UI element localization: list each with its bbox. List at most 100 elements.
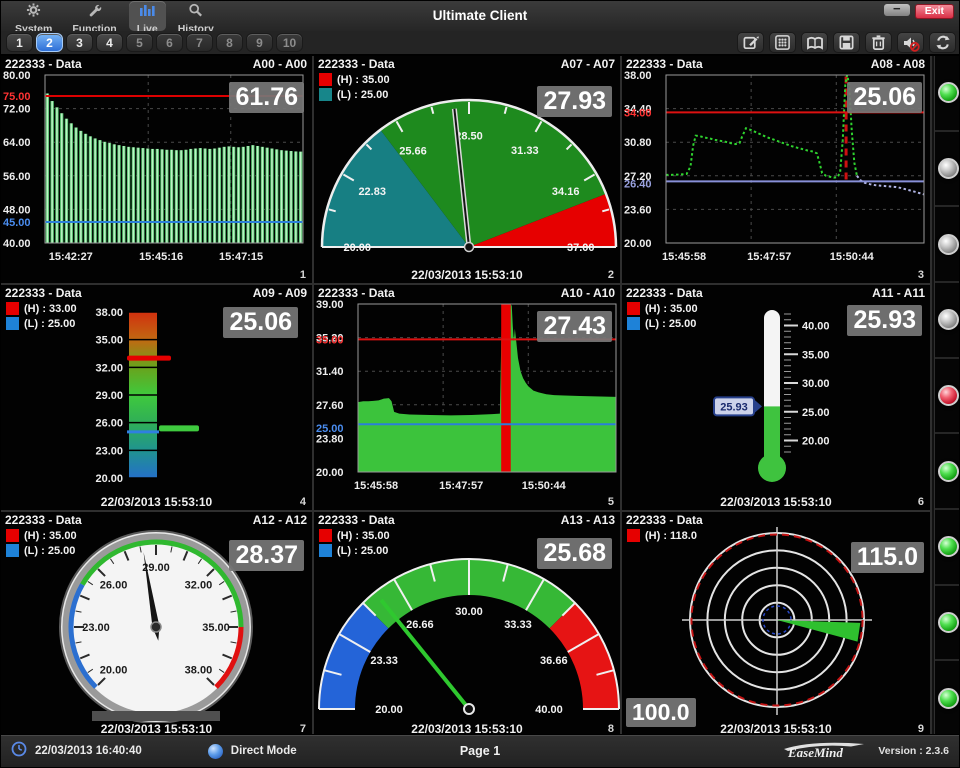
tab-5[interactable]: 5 — [126, 33, 153, 52]
sync-button[interactable] — [929, 32, 956, 53]
legend-item: (H) : 35.00 — [6, 529, 77, 542]
book-button[interactable] — [801, 32, 828, 53]
value-badge: 61.76 — [229, 82, 304, 113]
value-badge: 25.06 — [223, 307, 298, 338]
nav-function[interactable]: Function — [64, 1, 124, 31]
legend-label: (H) : 35.00 — [645, 303, 698, 315]
tab-7[interactable]: 7 — [186, 33, 213, 52]
window-controls: − Exit — [884, 4, 954, 19]
panel-title: 222333 - Data — [318, 57, 395, 71]
mute-button[interactable] — [897, 32, 924, 53]
svg-text:33.33: 33.33 — [504, 619, 532, 631]
sync-arrows-icon — [934, 34, 952, 51]
led-cell-3 — [935, 207, 960, 283]
keypad-button[interactable] — [769, 32, 796, 53]
svg-text:26.00: 26.00 — [95, 418, 123, 430]
value-badge: 25.68 — [537, 538, 612, 569]
panel-number: 2 — [608, 269, 614, 281]
nav-history[interactable]: History — [170, 1, 222, 31]
led-cell-5 — [935, 359, 960, 435]
panel-5: 222333 - DataA10 - A1039.0035.2035.0031.… — [314, 285, 620, 510]
nav-live[interactable]: Live — [129, 1, 166, 31]
tab-2[interactable]: 2 — [36, 33, 63, 52]
panel-4: 222333 - DataA09 - A09(H) : 33.00(L) : 2… — [1, 285, 312, 510]
status-led-4 — [938, 309, 959, 330]
book-icon — [806, 35, 824, 51]
status-led-3 — [938, 234, 959, 255]
led-strip — [934, 56, 960, 737]
toolbar — [737, 32, 956, 53]
legend-label: (H) : 33.00 — [24, 303, 77, 315]
exit-button[interactable]: Exit — [915, 4, 954, 19]
status-datetime: 22/03/2013 16:40:40 — [35, 745, 142, 757]
delete-button[interactable] — [865, 32, 892, 53]
tab-8[interactable]: 8 — [216, 33, 243, 52]
legend-label: (L) : 25.00 — [645, 318, 696, 330]
legend-swatch — [319, 73, 332, 86]
panel-channel: A00 - A00 — [253, 57, 307, 71]
tab-1[interactable]: 1 — [6, 33, 33, 52]
legend-swatch — [627, 302, 640, 315]
chart-bars-icon — [139, 3, 155, 22]
svg-text:56.00: 56.00 — [3, 171, 31, 183]
svg-text:22.83: 22.83 — [358, 186, 386, 198]
svg-text:25.66: 25.66 — [399, 145, 427, 157]
legend-label: (H) : 118.0 — [645, 530, 697, 542]
nav-system[interactable]: System — [7, 1, 60, 31]
panel-9: 222333 - Data(H) : 118.0115.0100.022/03/… — [622, 512, 930, 737]
panel-legend: (H) : 35.00 (L) : 25.00 — [627, 302, 698, 332]
titlebar: System Function Live History Ultimate Cl… — [1, 1, 959, 31]
minimize-button[interactable]: − — [884, 4, 910, 16]
svg-text:40.00: 40.00 — [3, 238, 31, 250]
svg-text:26.40: 26.40 — [624, 178, 652, 190]
floppy-icon — [838, 34, 855, 51]
value-badge: 28.37 — [229, 540, 304, 571]
panel-timestamp: 22/03/2013 15:53:10 — [622, 495, 930, 509]
panel-header: 222333 - DataA12 - A12 — [1, 512, 312, 527]
legend-swatch — [627, 529, 640, 542]
edit-button[interactable] — [737, 32, 764, 53]
svg-text:15:45:58: 15:45:58 — [662, 251, 706, 263]
legend-label: (H) : 35.00 — [24, 530, 77, 542]
panel-8: 222333 - DataA13 - A13(H) : 35.00(L) : 2… — [314, 512, 620, 737]
tab-6[interactable]: 6 — [156, 33, 183, 52]
panel-number: 5 — [608, 496, 614, 508]
led-cell-9 — [935, 661, 960, 737]
app-window: System Function Live History Ultimate Cl… — [0, 0, 960, 768]
legend-item: (L) : 25.00 — [6, 544, 77, 557]
tab-3[interactable]: 3 — [66, 33, 93, 52]
svg-text:23.33: 23.33 — [370, 655, 398, 667]
svg-text:35.00: 35.00 — [316, 334, 344, 346]
tab-4[interactable]: 4 — [96, 33, 123, 52]
legend-swatch — [319, 544, 332, 557]
panel-number: 3 — [918, 269, 924, 281]
led-cell-2 — [935, 132, 960, 208]
panel-number: 8 — [608, 723, 614, 735]
svg-text:30.00: 30.00 — [802, 378, 830, 390]
panel-header: 222333 - Data — [622, 512, 930, 527]
svg-text:38.00: 38.00 — [95, 307, 123, 319]
svg-text:38.00: 38.00 — [185, 664, 213, 676]
panel-legend: (H) : 35.00 (L) : 25.00 — [6, 529, 77, 559]
svg-text:45.00: 45.00 — [3, 217, 31, 229]
svg-text:80.00: 80.00 — [3, 71, 31, 82]
brand-name: EaseMind — [787, 745, 843, 760]
panel-number: 9 — [918, 723, 924, 735]
panel-legend: (H) : 33.00(L) : 25.00 — [6, 302, 77, 332]
save-button[interactable] — [833, 32, 860, 53]
tab-10[interactable]: 10 — [276, 33, 303, 52]
panel-1: 222333 - DataA00 - A0080.0075.0072.0064.… — [1, 56, 312, 283]
tab-9[interactable]: 9 — [246, 33, 273, 52]
status-mode: Direct Mode — [231, 745, 297, 757]
panel-title: 222333 - Data — [318, 286, 395, 300]
legend-item: (H) : 35.00 — [319, 529, 390, 542]
legend-item: (L) : 25.00 — [319, 544, 390, 557]
status-led-5 — [938, 385, 959, 406]
svg-text:38.00: 38.00 — [624, 71, 652, 82]
svg-text:26.00: 26.00 — [100, 580, 128, 592]
panel-channel: A11 - A11 — [872, 286, 925, 300]
svg-text:25.93: 25.93 — [720, 401, 748, 413]
svg-text:37.00: 37.00 — [567, 242, 595, 254]
legend-swatch — [6, 544, 19, 557]
value-badge-secondary: 100.0 — [626, 698, 696, 727]
